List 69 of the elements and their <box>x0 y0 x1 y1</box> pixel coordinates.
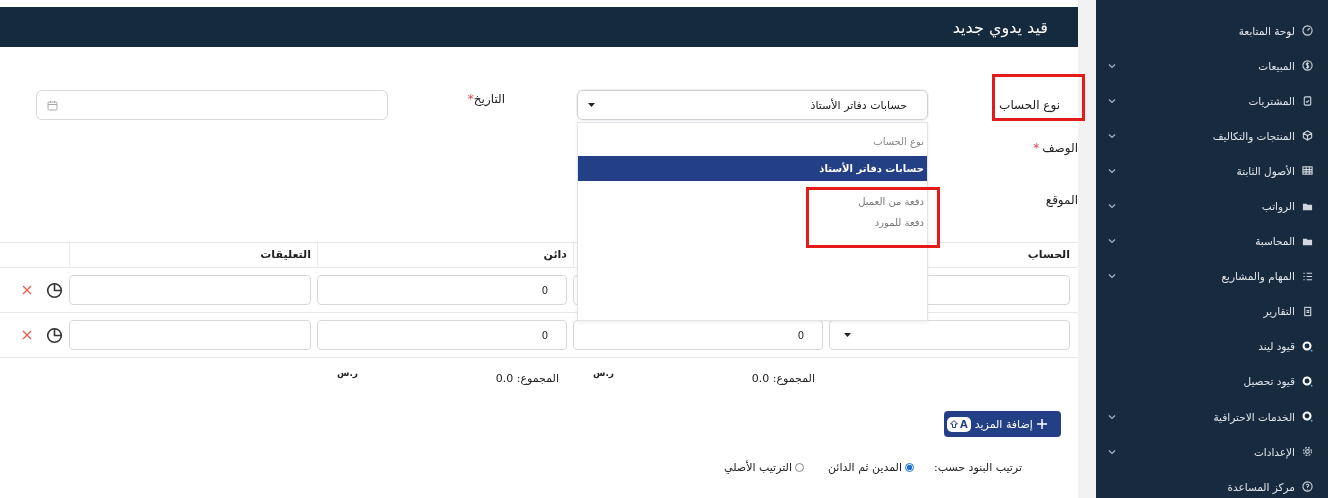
sidebar-item[interactable]: قيود ليند <box>1096 328 1328 364</box>
settings-icon <box>1302 446 1313 458</box>
calendar-icon <box>47 99 58 111</box>
chevron-down-icon <box>1108 448 1116 455</box>
list-icon <box>1302 270 1313 282</box>
dropdown-option[interactable]: حسابات دفاتر الأستاذ <box>578 156 927 181</box>
shortcut-badge: A <box>947 416 971 432</box>
sidebar-item[interactable]: المشتريات <box>1096 83 1328 119</box>
chevron-down-icon <box>1108 273 1116 280</box>
sidebar-item[interactable]: الإعدادات <box>1096 434 1328 470</box>
close-icon[interactable] <box>22 285 32 295</box>
dropdown-option[interactable]: نوع الحساب <box>578 131 927 152</box>
field-label: التاريخ* <box>466 92 506 106</box>
sidebar-item[interactable]: لوحة المتابعة <box>1096 13 1328 49</box>
currency-label: ر.س <box>593 368 615 378</box>
gauge-icon <box>1302 25 1313 37</box>
caret-icon <box>844 333 851 337</box>
plus-icon <box>1036 419 1047 429</box>
close-icon[interactable] <box>22 330 32 340</box>
help-icon <box>1302 481 1313 493</box>
dropdown-option[interactable]: دفعة للمورد <box>809 212 927 233</box>
credit-field[interactable]: 0 <box>317 275 567 305</box>
page-title: قيد يدوي جديد <box>952 17 1048 37</box>
sidebar-item[interactable]: الرواتب <box>1096 188 1328 224</box>
credit-field[interactable]: 0 <box>317 320 567 350</box>
sidebar-item[interactable]: المحاسبة <box>1096 223 1328 259</box>
comment-field[interactable] <box>69 275 311 305</box>
ring-icon <box>1302 340 1313 352</box>
chevron-down-icon <box>1108 413 1116 420</box>
sidebar-item[interactable]: المهام والمشاريع <box>1096 258 1328 294</box>
grid-icon <box>1302 165 1313 177</box>
chevron-down-icon <box>1108 132 1116 139</box>
column-header: التعليقات <box>69 243 311 267</box>
account-type-dropdown[interactable]: حسابات دفاتر الأستاذ <box>577 90 928 120</box>
pie-chart-icon[interactable] <box>46 281 63 299</box>
sidebar-item[interactable]: الخدمات الاحترافية <box>1096 399 1328 435</box>
chevron-down-icon <box>1108 167 1116 174</box>
field-label: الموقع <box>1044 193 1078 207</box>
comment-field[interactable] <box>69 320 311 350</box>
field-label: نوع الحساب <box>928 98 1078 112</box>
sidebar-item[interactable]: المبيعات <box>1096 48 1328 84</box>
pie-chart-icon[interactable] <box>46 326 63 344</box>
sidebar-item[interactable]: مركز المساعدة <box>1096 469 1328 498</box>
total-label: المجموع: 0.0 <box>751 371 815 385</box>
total-label: المجموع: 0.0 <box>495 371 559 385</box>
account-select[interactable] <box>829 320 1070 350</box>
currency-label: ر.س <box>337 368 359 378</box>
sidebar-item[interactable]: التقارير <box>1096 293 1328 329</box>
radio-button[interactable] <box>905 463 914 472</box>
chevron-down-icon <box>1108 238 1116 245</box>
chevron-down-icon <box>1108 203 1116 209</box>
field-label: الوصف * <box>1032 141 1078 155</box>
date-field[interactable] <box>36 90 388 120</box>
sidebar-item[interactable]: الأصول الثابتة <box>1096 153 1328 189</box>
up-arrow-icon <box>950 420 958 428</box>
cube-icon <box>1302 130 1313 142</box>
dropdown-option[interactable]: دفعة من العميل <box>809 191 927 212</box>
caret-icon <box>588 103 595 107</box>
column-header: دائن <box>317 243 567 267</box>
chevron-down-icon <box>1108 97 1116 104</box>
ring-icon <box>1302 376 1313 387</box>
document-icon <box>1302 305 1313 317</box>
dollar-icon <box>1302 60 1313 72</box>
chevron-down-icon <box>1108 62 1116 69</box>
ring-icon <box>1302 411 1313 423</box>
sidebar-item[interactable]: قيود تحصيل <box>1096 363 1328 400</box>
sort-label: ترتيب البنود حسب: <box>932 461 1022 474</box>
sidebar-item[interactable]: المنتجات والتكاليف <box>1096 118 1328 154</box>
clipboard-icon <box>1302 95 1313 107</box>
